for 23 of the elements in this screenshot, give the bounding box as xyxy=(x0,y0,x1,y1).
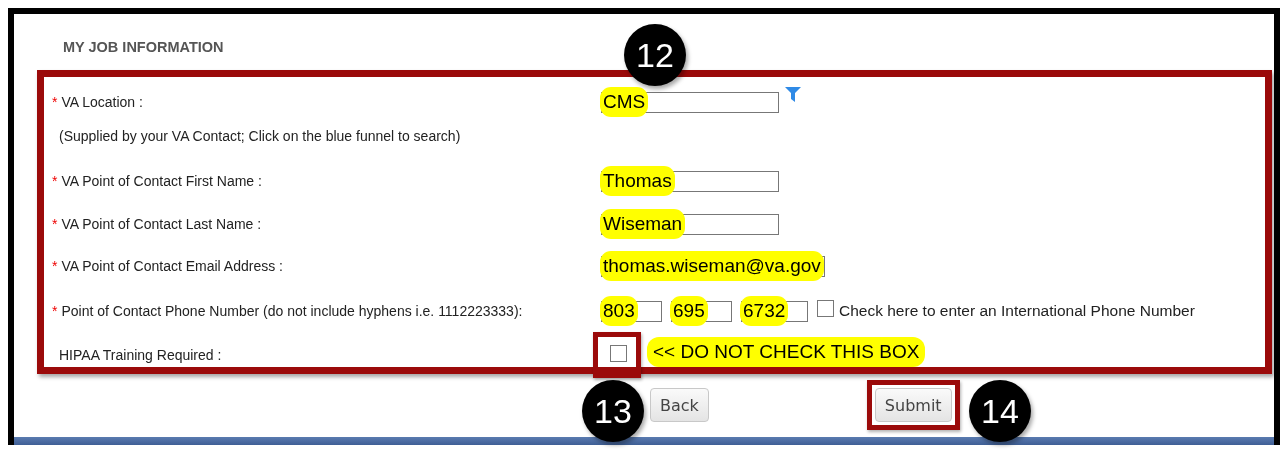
checkbox[interactable] xyxy=(817,299,834,317)
required-mark: * xyxy=(52,173,58,189)
field-label: VA Point of Contact Email Address : xyxy=(61,258,283,274)
checkbox[interactable] xyxy=(610,345,627,362)
field-label: HIPAA Training Required : xyxy=(59,347,222,363)
required-mark: * xyxy=(52,216,58,232)
required-mark: * xyxy=(52,303,58,319)
field-label: VA Point of Contact First Name : xyxy=(61,173,262,189)
checkbox-label: Check here to enter an International Phone Number xyxy=(839,302,1195,320)
filter-icon[interactable] xyxy=(785,87,801,102)
field-label: VA Location : xyxy=(61,94,143,110)
field-label: VA Point of Contact Last Name : xyxy=(61,216,262,232)
field-label: Point of Contact Phone Number (do not include hyphens i.e. 1112223333): xyxy=(61,303,523,319)
warning-note: << DO NOT CHECK THIS BOX xyxy=(647,337,926,367)
back-button[interactable]: Back xyxy=(650,388,709,422)
callout-number: 12 xyxy=(624,24,686,86)
callout-number: 14 xyxy=(969,380,1031,442)
callout-number: 13 xyxy=(582,380,644,442)
required-mark: * xyxy=(52,258,58,274)
submit-button[interactable]: Submit xyxy=(874,388,952,422)
section-title: MY JOB INFORMATION xyxy=(63,39,224,57)
required-mark: * xyxy=(52,94,58,110)
help-text: (Supplied by your VA Contact; Click on the blue funnel to search) xyxy=(58,128,461,144)
